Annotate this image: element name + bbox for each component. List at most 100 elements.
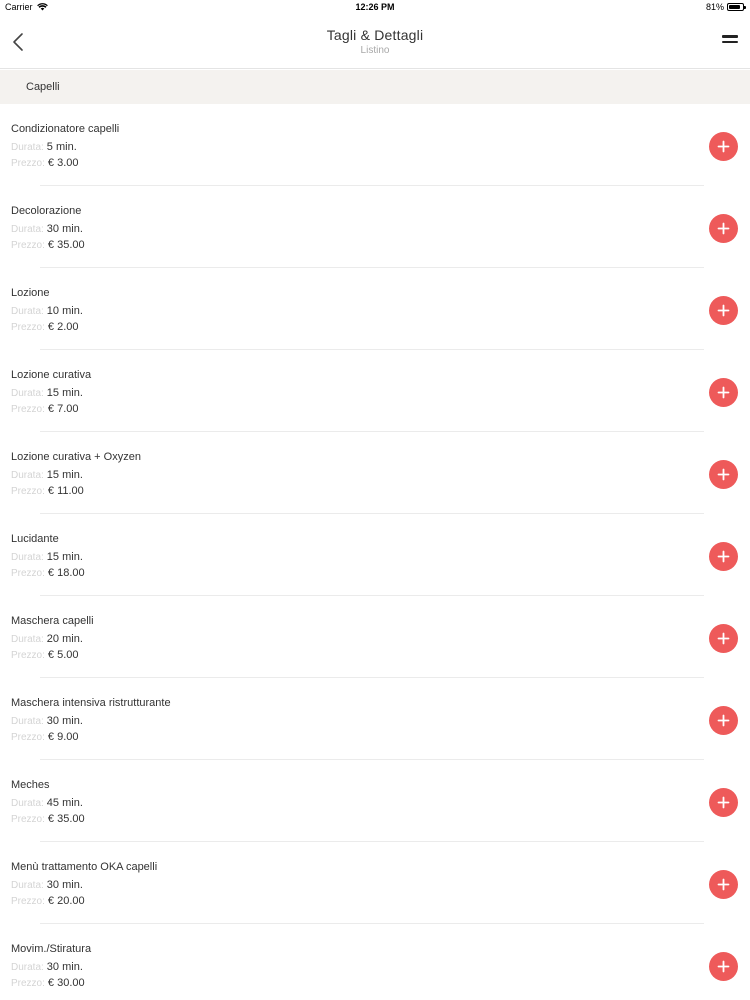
price-value: € 5.00 bbox=[47, 649, 79, 661]
status-bar: Carrier 12:26 PM 81% bbox=[0, 0, 750, 16]
service-duration: Durata: 10 min. bbox=[11, 305, 83, 317]
service-price: Prezzo: € 11.00 bbox=[11, 485, 84, 497]
price-value: € 30.00 bbox=[47, 977, 85, 989]
duration-value: 15 min. bbox=[46, 469, 83, 481]
duration-value: 30 min. bbox=[46, 715, 83, 727]
add-service-button[interactable] bbox=[709, 460, 738, 489]
duration-value: 30 min. bbox=[46, 223, 83, 235]
add-service-button[interactable] bbox=[709, 706, 738, 735]
price-value: € 18.00 bbox=[47, 567, 85, 579]
service-row: Maschera intensiva ristrutturante Durata… bbox=[0, 678, 750, 760]
service-name: Maschera capelli bbox=[11, 615, 94, 627]
service-name: Movim./Stiratura bbox=[11, 943, 92, 955]
service-name: Menù trattamento OKA capelli bbox=[11, 861, 158, 873]
add-service-button[interactable] bbox=[709, 214, 738, 243]
service-duration: Durata: 20 min. bbox=[11, 633, 83, 645]
service-price: Prezzo: € 3.00 bbox=[11, 157, 79, 169]
plus-icon bbox=[717, 140, 730, 153]
title-block: Tagli & Dettagli Listino bbox=[0, 27, 750, 56]
service-duration: Durata: 30 min. bbox=[11, 961, 83, 973]
service-row: Lozione Durata: 10 min. Prezzo: € 2.00 bbox=[0, 268, 750, 350]
service-name: Decolorazione bbox=[11, 205, 82, 217]
add-service-button[interactable] bbox=[709, 952, 738, 981]
navigation-bar: Tagli & Dettagli Listino bbox=[0, 16, 750, 69]
price-label: Prezzo: bbox=[11, 404, 45, 415]
plus-icon bbox=[717, 468, 730, 481]
duration-value: 5 min. bbox=[46, 141, 77, 153]
duration-label: Durata: bbox=[11, 388, 44, 399]
service-name: Lozione bbox=[11, 287, 50, 299]
duration-label: Durata: bbox=[11, 306, 44, 317]
duration-value: 15 min. bbox=[46, 551, 83, 563]
battery-icon bbox=[727, 3, 746, 11]
service-row: Lozione curativa Durata: 15 min. Prezzo: €… bbox=[0, 350, 750, 432]
price-label: Prezzo: bbox=[11, 240, 45, 251]
price-value: € 7.00 bbox=[47, 403, 79, 415]
add-service-button[interactable] bbox=[709, 624, 738, 653]
plus-icon bbox=[717, 222, 730, 235]
add-service-button[interactable] bbox=[709, 296, 738, 325]
price-value: € 2.00 bbox=[47, 321, 79, 333]
plus-icon bbox=[717, 550, 730, 563]
hamburger-menu-icon bbox=[720, 35, 740, 43]
service-price: Prezzo: € 20.00 bbox=[11, 895, 85, 907]
section-header: Capelli bbox=[0, 70, 750, 104]
service-row: Lucidante Durata: 15 min. Prezzo: € 18.00 bbox=[0, 514, 750, 596]
service-name: Maschera intensiva ristrutturante bbox=[11, 697, 171, 709]
service-row: Decolorazione Durata: 30 min. Prezzo: € 35… bbox=[0, 186, 750, 268]
service-row: Menù trattamento OKA capelli Durata: 30 m… bbox=[0, 842, 750, 924]
service-name: Meches bbox=[11, 779, 50, 791]
service-duration: Durata: 15 min. bbox=[11, 387, 83, 399]
duration-value: 20 min. bbox=[46, 633, 83, 645]
price-label: Prezzo: bbox=[11, 158, 45, 169]
service-list: Condizionatore capelli Durata: 5 min. Pre… bbox=[0, 104, 750, 1000]
duration-value: 30 min. bbox=[46, 961, 83, 973]
duration-label: Durata: bbox=[11, 880, 44, 891]
duration-label: Durata: bbox=[11, 798, 44, 809]
service-duration: Durata: 5 min. bbox=[11, 141, 77, 153]
service-duration: Durata: 15 min. bbox=[11, 469, 83, 481]
page-title: Tagli & Dettagli bbox=[326, 27, 424, 43]
price-value: € 35.00 bbox=[47, 239, 85, 251]
add-service-button[interactable] bbox=[709, 378, 738, 407]
service-price: Prezzo: € 2.00 bbox=[11, 321, 79, 333]
service-price: Prezzo: € 18.00 bbox=[11, 567, 85, 579]
duration-value: 10 min. bbox=[46, 305, 83, 317]
service-price: Prezzo: € 9.00 bbox=[11, 731, 79, 743]
battery-group: 81% bbox=[706, 2, 746, 12]
duration-label: Durata: bbox=[11, 962, 44, 973]
price-value: € 9.00 bbox=[47, 731, 79, 743]
menu-button[interactable] bbox=[720, 33, 740, 51]
service-price: Prezzo: € 5.00 bbox=[11, 649, 79, 661]
service-duration: Durata: 45 min. bbox=[11, 797, 83, 809]
plus-icon bbox=[717, 714, 730, 727]
plus-icon bbox=[717, 796, 730, 809]
add-service-button[interactable] bbox=[709, 132, 738, 161]
plus-icon bbox=[717, 632, 730, 645]
duration-value: 45 min. bbox=[46, 797, 83, 809]
duration-value: 15 min. bbox=[46, 387, 83, 399]
add-service-button[interactable] bbox=[709, 542, 738, 571]
service-row: Meches Durata: 45 min. Prezzo: € 35.00 bbox=[0, 760, 750, 842]
page-subtitle: Listino bbox=[360, 45, 390, 56]
price-label: Prezzo: bbox=[11, 978, 45, 989]
add-service-button[interactable] bbox=[709, 788, 738, 817]
price-value: € 20.00 bbox=[47, 895, 85, 907]
price-value: € 35.00 bbox=[47, 813, 85, 825]
price-label: Prezzo: bbox=[11, 732, 45, 743]
price-label: Prezzo: bbox=[11, 322, 45, 333]
price-label: Prezzo: bbox=[11, 486, 45, 497]
price-label: Prezzo: bbox=[11, 650, 45, 661]
price-label: Prezzo: bbox=[11, 568, 45, 579]
add-service-button[interactable] bbox=[709, 870, 738, 899]
service-row: Condizionatore capelli Durata: 5 min. Pre… bbox=[0, 104, 750, 186]
service-name: Lozione curativa + Oxyzen bbox=[11, 451, 141, 463]
service-duration: Durata: 15 min. bbox=[11, 551, 83, 563]
price-value: € 11.00 bbox=[47, 485, 84, 497]
service-row: Movim./Stiratura Durata: 30 min. Prezzo: €… bbox=[0, 924, 750, 1000]
plus-icon bbox=[717, 960, 730, 973]
status-time: 12:26 PM bbox=[355, 2, 395, 12]
price-value: € 3.00 bbox=[47, 157, 79, 169]
service-row: Lozione curativa + Oxyzen Durata: 15 min.… bbox=[0, 432, 750, 514]
duration-value: 30 min. bbox=[46, 879, 83, 891]
